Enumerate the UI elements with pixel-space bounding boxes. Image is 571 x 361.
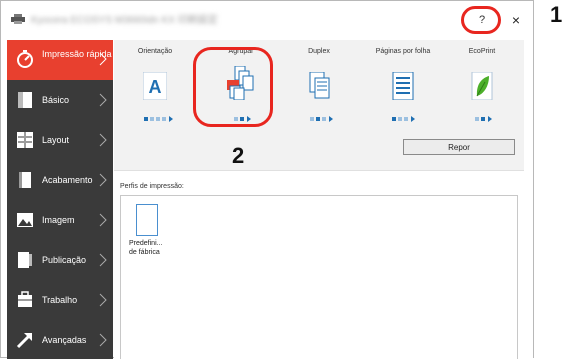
callout-number-1: 1 xyxy=(550,2,563,27)
sidebar-item-basic[interactable]: Básico xyxy=(7,81,113,121)
chevron-right-icon xyxy=(99,253,107,267)
ecoprint-option[interactable]: EcoPrint xyxy=(447,40,517,130)
option-pager[interactable] xyxy=(284,116,354,122)
sidebar-item-layout[interactable]: Layout xyxy=(7,121,113,161)
profile-name-line: de fábrica xyxy=(129,249,160,256)
pages-per-sheet-option[interactable]: Páginas por folha xyxy=(368,40,438,130)
quick-print-panel: Orientação A Agrupar Duplex Páginas por … xyxy=(114,40,533,359)
collate-callout-circle xyxy=(193,47,273,127)
chevron-right-icon xyxy=(99,213,107,227)
ecoprint-icon xyxy=(471,72,493,100)
sidebar-item-quick-print[interactable]: Impressão rápida xyxy=(7,40,113,80)
title-bar: Kyocera ECOSYS M3660idn KX 印刷設定 ? × xyxy=(1,1,533,37)
option-label: Duplex xyxy=(308,48,330,55)
sidebar-item-label: Básico xyxy=(42,95,70,105)
sidebar-item-label: Acabamento xyxy=(42,175,93,185)
duplex-option[interactable]: Duplex xyxy=(284,40,354,130)
advanced-icon xyxy=(16,333,32,349)
callout-number-2: 2 xyxy=(232,143,245,168)
divider xyxy=(114,170,524,171)
chevron-right-icon xyxy=(99,293,107,307)
chevron-right-icon xyxy=(99,93,107,107)
sidebar-item-label: Imagem xyxy=(42,215,75,225)
sidebar-item-label: Layout xyxy=(42,135,70,145)
document-icon[interactable] xyxy=(136,204,158,236)
chevron-right-icon xyxy=(99,133,107,147)
profiles-list: Predefini... de fábrica xyxy=(120,195,518,359)
close-button[interactable]: × xyxy=(505,11,527,29)
option-label: Orientação xyxy=(137,48,173,55)
basic-icon xyxy=(18,92,32,108)
duplex-icon xyxy=(309,72,330,99)
sidebar-item-publishing[interactable]: Publicação xyxy=(7,241,113,281)
orientation-option[interactable]: Orientação A xyxy=(120,40,190,130)
image-icon xyxy=(17,213,33,227)
option-label: Páginas por folha xyxy=(375,48,431,55)
printer-icon xyxy=(11,14,25,24)
finishing-icon xyxy=(19,172,31,188)
option-pager[interactable] xyxy=(120,116,190,122)
window-title: Kyocera ECOSYS M3660idn KX 印刷設定 xyxy=(31,15,218,26)
orientation-icon: A xyxy=(143,72,167,100)
reset-button[interactable]: Repor xyxy=(403,139,515,155)
sidebar-item-image[interactable]: Imagem xyxy=(7,201,113,241)
sidebar-item-label: Trabalho xyxy=(42,295,78,305)
chevron-right-icon xyxy=(99,52,107,66)
chevron-right-icon xyxy=(99,333,107,347)
chevron-right-icon xyxy=(99,173,107,187)
publishing-icon xyxy=(18,252,32,268)
profile-name-line: Predefini... xyxy=(129,240,163,247)
options-strip: Orientação A Agrupar Duplex Páginas por … xyxy=(114,40,524,170)
sidebar-item-finishing[interactable]: Acabamento xyxy=(7,161,113,201)
help-callout-circle xyxy=(461,6,501,34)
profile-factory-default[interactable]: Predefini... de fábrica xyxy=(129,239,162,257)
option-label: EcoPrint xyxy=(468,48,496,55)
sidebar-item-job[interactable]: Trabalho xyxy=(7,281,113,321)
option-pager[interactable] xyxy=(368,116,438,122)
sidebar: Impressão rápida Básico Layout Acabament… xyxy=(7,40,113,359)
pages-per-sheet-icon xyxy=(392,72,414,100)
option-pager[interactable] xyxy=(447,116,517,122)
profiles-label: Perfis de impressão: xyxy=(120,183,184,190)
quick-print-icon xyxy=(17,50,33,68)
sidebar-item-label: Avançadas xyxy=(42,335,87,345)
sidebar-item-advanced[interactable]: Avançadas xyxy=(7,321,113,361)
svg-text:A: A xyxy=(149,77,162,97)
layout-icon xyxy=(17,132,33,148)
job-icon xyxy=(18,291,32,307)
sidebar-item-label: Publicação xyxy=(42,255,87,265)
